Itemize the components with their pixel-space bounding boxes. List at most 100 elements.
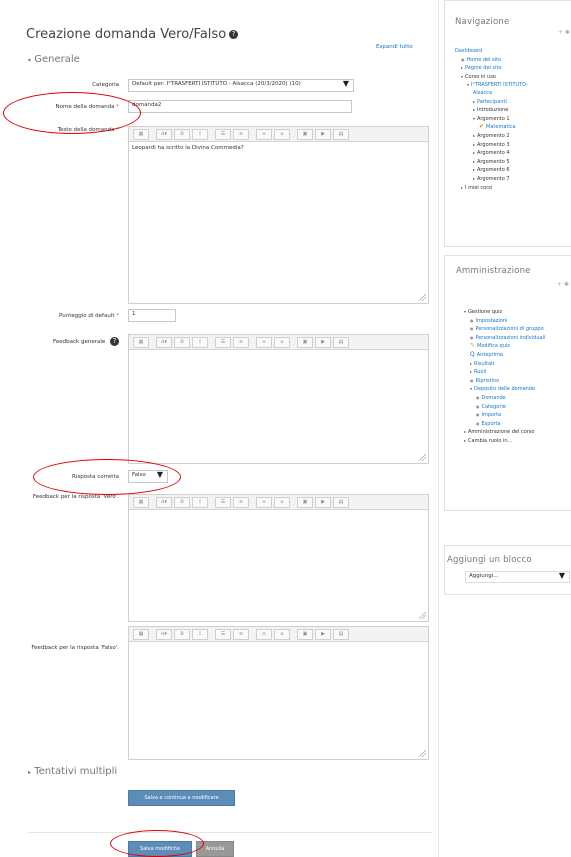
add-block-select[interactable]: Aggiungi... ▼ (465, 571, 570, 583)
question-name-input[interactable]: domanda2 (128, 100, 352, 113)
unordered-list-icon[interactable]: ☰ (215, 336, 231, 348)
image-icon[interactable]: ▣ (297, 496, 313, 508)
resize-handle-icon[interactable] (419, 454, 426, 461)
nav-item[interactable]: ▸ Cambia ruolo in... (458, 437, 571, 446)
nav-item[interactable]: ▸ Pagine del sito (455, 64, 571, 73)
table-icon[interactable]: ▦ (133, 128, 149, 140)
default-mark-input[interactable]: 1 (128, 309, 176, 322)
nav-item[interactable]: ● Personalizzazioni individuali (458, 334, 571, 343)
nav-item[interactable]: ▸ Argomento 7 (455, 175, 571, 184)
nav-item[interactable]: ▸ Argomento 3 (455, 141, 571, 150)
nav-item[interactable]: ▸ Ruoli (458, 368, 571, 377)
nav-item[interactable]: ▾ I°TRASFERTI ISTITUTO- (455, 81, 571, 90)
nav-item[interactable]: ▸ I miei corsi (455, 184, 571, 193)
nav-item[interactable]: Q Anteprima (458, 351, 571, 360)
expand-all-link[interactable]: Espandi tutto (376, 44, 413, 50)
ordered-list-icon[interactable]: ≡ (233, 628, 249, 640)
link-icon[interactable]: ∞ (256, 496, 272, 508)
nav-item[interactable]: ● Home del sito (455, 56, 571, 65)
nav-item[interactable]: ● Categorie (458, 403, 571, 412)
italic-icon[interactable]: I (192, 128, 208, 140)
question-text-content[interactable]: Leopardi ha scritto la Divina Commedia? (129, 142, 428, 154)
nav-item[interactable]: ● Ripristino (458, 377, 571, 386)
resize-handle-icon[interactable] (419, 750, 426, 757)
nav-item[interactable]: ● Domande (458, 394, 571, 403)
help-icon[interactable]: ? (110, 337, 119, 346)
ordered-list-icon[interactable]: ≡ (233, 128, 249, 140)
font-size-icon[interactable]: A▾ (156, 336, 172, 348)
block-controls-icon[interactable]: + ✱ (558, 29, 570, 36)
unordered-list-icon[interactable]: ☰ (215, 496, 231, 508)
table-icon[interactable]: ▦ (133, 628, 149, 640)
nav-item[interactable]: ● Esporta (458, 420, 571, 429)
general-feedback-editor[interactable]: ▦ A▾ B I ☰ ≡ ∞ ⌀ ▣ ▶ ▤ (128, 334, 429, 464)
cancel-button[interactable]: Annulla (196, 841, 234, 857)
italic-icon[interactable]: I (192, 336, 208, 348)
link-icon[interactable]: ∞ (256, 628, 272, 640)
help-icon[interactable]: ? (229, 30, 239, 39)
media-icon[interactable]: ▶ (315, 336, 331, 348)
nav-item[interactable]: ● Importa (458, 411, 571, 420)
bold-icon[interactable]: B (174, 496, 190, 508)
nav-item[interactable]: ▸ Argomento 2 (455, 132, 571, 141)
nav-item[interactable]: ▾ Corso in uso (455, 73, 571, 82)
bold-icon[interactable]: B (174, 336, 190, 348)
nav-item[interactable]: ✎ Modifica quiz (458, 342, 571, 351)
nav-item[interactable]: ● Impostazioni (458, 317, 571, 326)
nav-item[interactable]: Dashboard (455, 48, 571, 56)
section-multiple-tries-header[interactable]: ▸ Tentativi multipli (28, 766, 117, 777)
link-icon[interactable]: ∞ (256, 336, 272, 348)
font-size-icon[interactable]: A▾ (156, 128, 172, 140)
block-controls-icon[interactable]: + ✱ (557, 281, 569, 288)
feedback-false-editor[interactable]: ▦ A▾ B I ☰ ≡ ∞ ⌀ ▣ ▶ ▤ (128, 626, 429, 760)
feedback-true-editor[interactable]: ▦ A▾ B I ☰ ≡ ∞ ⌀ ▣ ▶ ▤ (128, 494, 429, 622)
unlink-icon[interactable]: ⌀ (274, 128, 290, 140)
image-icon[interactable]: ▣ (297, 336, 313, 348)
nav-item[interactable]: ▸ Argomento 6 (455, 166, 571, 175)
correct-answer-select[interactable]: Falso ▼ (128, 470, 168, 483)
media-icon[interactable]: ▶ (315, 128, 331, 140)
section-general-header[interactable]: ▾ Generale (28, 54, 80, 65)
font-size-icon[interactable]: A▾ (156, 628, 172, 640)
nav-item[interactable]: ▾ Argomento 1 (455, 115, 571, 124)
file-icon[interactable]: ▤ (333, 496, 349, 508)
link-icon[interactable]: ∞ (256, 128, 272, 140)
bold-icon[interactable]: B (174, 128, 190, 140)
media-icon[interactable]: ▶ (315, 496, 331, 508)
bold-icon[interactable]: B (174, 628, 190, 640)
save-button[interactable]: Salva modifiche (128, 841, 192, 857)
file-icon[interactable]: ▤ (333, 128, 349, 140)
file-icon[interactable]: ▤ (333, 336, 349, 348)
file-icon[interactable]: ▤ (333, 628, 349, 640)
image-icon[interactable]: ▣ (297, 628, 313, 640)
unordered-list-icon[interactable]: ☰ (215, 628, 231, 640)
table-icon[interactable]: ▦ (133, 496, 149, 508)
image-icon[interactable]: ▣ (297, 128, 313, 140)
ordered-list-icon[interactable]: ≡ (233, 336, 249, 348)
nav-item[interactable]: ▾ Deposito delle domande (458, 385, 571, 394)
nav-item[interactable]: ▸ Partecipanti (455, 98, 571, 107)
nav-item[interactable]: ▸ Argomento 5 (455, 158, 571, 167)
unlink-icon[interactable]: ⌀ (274, 628, 290, 640)
nav-item[interactable]: ▾ Gestione quiz (458, 308, 571, 317)
italic-icon[interactable]: I (192, 496, 208, 508)
nav-item[interactable]: ▸ Argomento 4 (455, 149, 571, 158)
save-continue-button[interactable]: Salva e continua a modificare (128, 790, 235, 806)
nav-item[interactable]: Alsacca (455, 90, 571, 98)
media-icon[interactable]: ▶ (315, 628, 331, 640)
nav-item[interactable]: ✔ Matematica (455, 123, 571, 132)
italic-icon[interactable]: I (192, 628, 208, 640)
table-icon[interactable]: ▦ (133, 336, 149, 348)
font-size-icon[interactable]: A▾ (156, 496, 172, 508)
nav-item[interactable]: ● Personalizzazioni di gruppo (458, 325, 571, 334)
unlink-icon[interactable]: ⌀ (274, 336, 290, 348)
nav-item[interactable]: ▸ Amministrazione del corso (458, 428, 571, 437)
resize-handle-icon[interactable] (419, 294, 426, 301)
nav-item[interactable]: ▸ Risultati (458, 360, 571, 369)
question-text-editor[interactable]: ▦ A▾ B I ☰ ≡ ∞ ⌀ ▣ ▶ ▤ Leopardi ha scritto la Divi… (128, 126, 429, 304)
unordered-list-icon[interactable]: ☰ (215, 128, 231, 140)
nav-item[interactable]: ▸ Introduzione (455, 106, 571, 115)
resize-handle-icon[interactable] (419, 612, 426, 619)
unlink-icon[interactable]: ⌀ (274, 496, 290, 508)
category-select[interactable]: Default per: I°TRASFERTI ISTITUTO - Alsa… (128, 79, 354, 92)
